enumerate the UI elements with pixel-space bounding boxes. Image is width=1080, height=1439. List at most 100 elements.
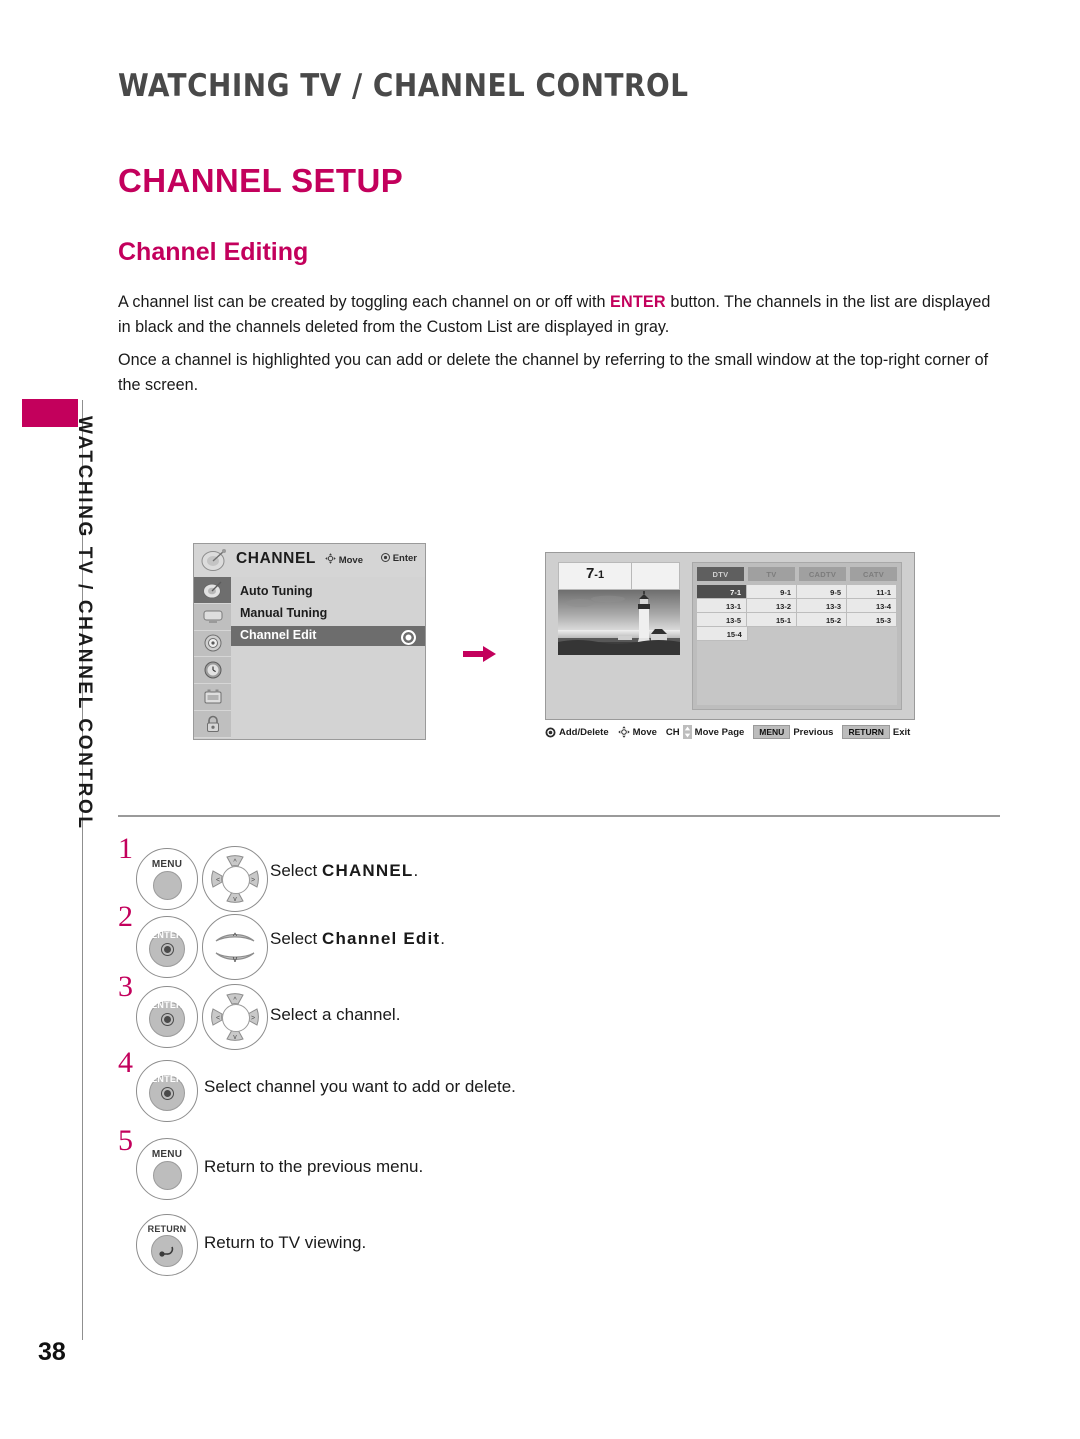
return-button-label: RETURN (147, 1223, 187, 1234)
osd-menu-header: CHANNEL Move Enter (194, 544, 425, 578)
svg-text:v: v (233, 896, 237, 903)
tab-tv[interactable]: TV (748, 567, 795, 581)
step-4: 4 ENTER Select channel you want to add o… (118, 1048, 1008, 1130)
osd-hint-enter-label: Enter (392, 553, 417, 564)
preview-channel-number: 7-1 (559, 565, 631, 582)
svg-text:v: v (233, 954, 238, 964)
osd-menu-list: Auto Tuning Manual Tuning Channel Edit (231, 577, 425, 739)
steps-list: 1 MENU ^ v < > Select CHANNEL. 2 ENTER ^… (118, 834, 1008, 1282)
section-subtitle: Channel Editing (118, 238, 309, 266)
menu-button-label: MENU (151, 858, 183, 870)
dpad-center[interactable] (222, 1004, 250, 1032)
step-1-text-c: . (413, 861, 419, 880)
tab-cadtv[interactable]: CADTV (799, 567, 846, 581)
audio-icon (204, 634, 221, 652)
osd-item-auto-tuning[interactable]: Auto Tuning (231, 582, 425, 602)
menu-keycap[interactable]: MENU (753, 725, 791, 739)
channel-cell[interactable]: 7-1 (697, 585, 747, 599)
picture-icon (203, 610, 222, 623)
menu-button[interactable]: MENU (136, 1138, 198, 1200)
help-move-page: CH Move Page (666, 725, 744, 739)
rail-item-picture[interactable] (194, 604, 231, 631)
help-previous-label: Previous (793, 726, 834, 738)
channel-cell[interactable]: 13-5 (697, 613, 747, 627)
return-button-knob (151, 1234, 183, 1267)
dpad-button[interactable]: ^ v < > (202, 984, 268, 1050)
channel-cell[interactable]: 15-4 (697, 627, 748, 641)
enter-dot-icon (380, 553, 390, 562)
step-3: 3 ENTER ^ v < > Select a channel. (118, 972, 1008, 1052)
channel-list-pane: DTV TV CADTV CATV 7-1 9-1 9-5 11-1 13-1 … (692, 562, 902, 710)
dpad-center[interactable] (222, 866, 250, 894)
enter-keyword: ENTER (609, 293, 666, 311)
clock-icon (204, 661, 221, 679)
osd-item-channel-edit[interactable]: Channel Edit (231, 626, 425, 646)
enter-button[interactable]: ENTER (136, 916, 198, 978)
option-icon (204, 689, 221, 704)
svg-text:<: < (216, 877, 220, 884)
help-move: Move (617, 726, 657, 738)
channel-grid: 7-1 9-1 9-5 11-1 13-1 13-2 13-3 13-4 13-… (697, 585, 897, 705)
rail-item-channel[interactable] (194, 577, 231, 604)
channel-cell-empty (798, 627, 848, 641)
osd-help-bar: Add/Delete Move CH Move Page MENU Previo… (545, 722, 913, 742)
help-add-delete: Add/Delete (545, 727, 609, 738)
osd-hint-move-label: Move (338, 555, 363, 566)
rail-item-lock[interactable] (194, 711, 231, 738)
channel-cell[interactable]: 9-5 (797, 585, 847, 599)
return-keycap[interactable]: RETURN (842, 725, 890, 739)
return-button[interactable]: RETURN (136, 1214, 198, 1276)
menu-button-knob (152, 870, 182, 900)
page-number: 38 (38, 1338, 66, 1366)
svg-text:<: < (216, 1015, 220, 1022)
rail-item-time[interactable] (194, 657, 231, 685)
channel-grid-row: 13-1 13-2 13-3 13-4 (697, 599, 897, 613)
preview-channel-box: 7-1 (558, 562, 680, 590)
tab-catv[interactable]: CATV (850, 567, 897, 581)
rail-item-audio[interactable] (194, 631, 231, 658)
channel-cell[interactable]: 9-1 (747, 585, 797, 599)
step-2-buttons: ENTER ^ v (136, 914, 268, 980)
step-1: 1 MENU ^ v < > Select CHANNEL. (118, 834, 1008, 912)
section-divider (118, 815, 1000, 817)
channel-cell[interactable]: 13-1 (697, 599, 747, 613)
osd-item-manual-tuning[interactable]: Manual Tuning (231, 604, 425, 624)
osd-item-label: Auto Tuning (240, 584, 313, 598)
channel-cell[interactable]: 15-2 (797, 613, 847, 627)
svg-text:v: v (233, 1034, 237, 1041)
osd-title: CHANNEL (236, 550, 316, 567)
step-number: 2 (118, 900, 133, 933)
menu-button[interactable]: MENU (136, 848, 198, 910)
channel-grid-row: 7-1 9-1 9-5 11-1 (697, 585, 897, 599)
tab-dtv[interactable]: DTV (697, 567, 744, 581)
step-1-text: Select CHANNEL. (270, 860, 418, 882)
enter-button[interactable]: ENTER (136, 1060, 198, 1122)
svg-text:>: > (251, 1015, 255, 1022)
channel-cell[interactable]: 15-1 (747, 613, 797, 627)
channel-grid-row: 13-5 15-1 15-2 15-3 (697, 613, 897, 627)
rail-item-option[interactable] (194, 684, 231, 711)
running-head: WATCHING TV / CHANNEL CONTROL (118, 68, 689, 104)
channel-cell[interactable]: 11-1 (847, 585, 897, 599)
help-move-page-label: Move Page (694, 726, 745, 738)
dpad-small-icon (617, 726, 630, 738)
channel-cell-empty (748, 627, 798, 641)
channel-source-tabs: DTV TV CADTV CATV (697, 567, 897, 581)
updown-button[interactable]: ^ v (202, 914, 268, 980)
step-return: RETURN Return to TV viewing. (118, 1206, 1008, 1282)
channel-cell[interactable]: 15-3 (847, 613, 897, 627)
enter-button[interactable]: ENTER (136, 986, 198, 1048)
para1-text-a: A channel list can be created by togglin… (118, 293, 610, 311)
side-tab-label: WATCHING TV / CHANNEL CONTROL (74, 416, 95, 831)
osd-hint-enter: Enter (380, 553, 417, 564)
osd-channel-list: 7-1 DTV TV CADTV CATV 7-1 9-1 9-5 11-1 1… (545, 552, 915, 720)
channel-cell[interactable]: 13-4 (847, 599, 897, 613)
step-1-buttons: MENU ^ v < > (136, 846, 268, 912)
osd-item-label: Manual Tuning (240, 606, 328, 620)
channel-cell[interactable]: 13-3 (797, 599, 847, 613)
dpad-button[interactable]: ^ v < > (202, 846, 268, 912)
osd-icon-rail (194, 577, 231, 738)
channel-cell[interactable]: 13-2 (747, 599, 797, 613)
step-return-text: Return to TV viewing. (204, 1233, 367, 1252)
step-2-text: Select Channel Edit. (270, 928, 445, 950)
